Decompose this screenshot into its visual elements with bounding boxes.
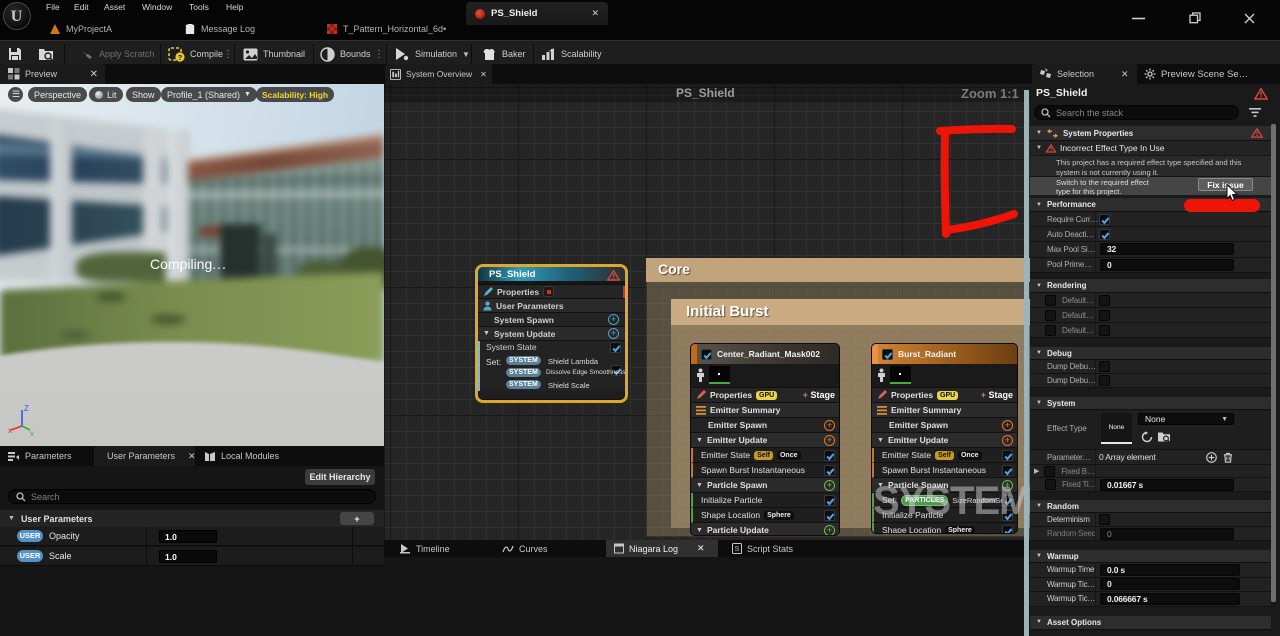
- svg-text:Z: Z: [24, 404, 29, 413]
- svg-text:U: U: [11, 8, 23, 25]
- svg-text:S: S: [735, 546, 740, 553]
- svg-text:x: x: [8, 426, 12, 435]
- svg-text:?: ?: [178, 55, 182, 62]
- svg-text:y: y: [30, 429, 34, 436]
